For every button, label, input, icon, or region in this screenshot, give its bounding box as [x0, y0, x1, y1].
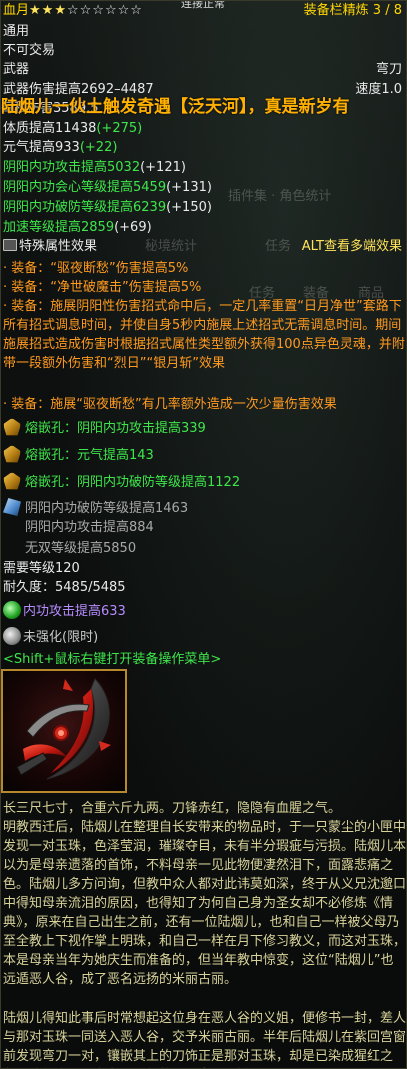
gem-socket-label: 熔嵌孔：阴阳内功攻击提高339 [25, 421, 206, 436]
green-stat-text: 阴阳内功攻击提高5032 [3, 160, 141, 175]
item-class: 通用 [3, 24, 30, 39]
star-filled-icon: ★★★ [29, 3, 67, 18]
green-stat-bonus: (+69) [114, 220, 152, 235]
enchant-row: 内功攻击提高633 [3, 601, 126, 623]
green-stat-text: 阴阳内功破防等级提高6239 [3, 200, 167, 215]
special-effect-line: · 装备：“驱夜断愁”伤害提高5% [3, 261, 189, 276]
special-effect-line: · 装备：施展“驱夜断愁”有几率额外造成一次少量伤害效果 [3, 397, 337, 412]
bg-plugin-text: 插件集 · 角色统计 [228, 189, 332, 204]
soul-stat: 阴阳内功破防等级提高1463 [25, 501, 189, 516]
green-stat-text: 阴阳内功会心等级提高5459 [3, 180, 167, 195]
soul-stat: 无双等级提高5850 [25, 541, 137, 556]
alt-multi-platform-hint[interactable]: ALT查看多端效果 [302, 237, 402, 256]
weapon-speed: 速度1.0 [355, 82, 402, 97]
star-rating: ★★★☆☆☆☆☆☆ [29, 3, 143, 18]
green-stat-bonus: (+131) [166, 180, 212, 195]
enchant-attack: 内功攻击提高633 [23, 604, 126, 619]
crescent-blade-image [1, 669, 127, 793]
green-stat-bonus: (+150) [166, 200, 212, 215]
stat-constitution-value: 体质提高11438 [3, 121, 97, 136]
required-level: 需要等级120 [3, 561, 80, 576]
special-effect-line: · 装备：施展阴阳性伤害招式命中后，一定几率重置“日月净世”套路下所有招式调息时… [3, 299, 405, 371]
green-stat-row: 阴阳内功会心等级提高5459(+131) [3, 178, 212, 197]
shift-menu-hint: <Shift+鼠标右键打开装备操作菜单> [3, 652, 222, 667]
green-stat-row: 阴阳内功攻击提高5032(+121) [3, 158, 186, 177]
lore-text-story: 明教西迁后，陆烟儿在整理自长安带来的物品时，于一只蒙尘的小匣中发现一对玉珠，色泽… [3, 820, 407, 987]
stat-constitution: 体质提高11438(+275) [3, 119, 142, 138]
stat-spirit-bonus: (+22) [79, 140, 118, 155]
green-stat-row: 加速等级提高2859(+69) [3, 218, 152, 237]
connection-status: 连接正常 [181, 0, 225, 10]
refine-level: 装备栏精炼 3 / 8 [303, 3, 402, 18]
gem-socket: 熔嵌孔：阴阳内功破防等级提高1122 [3, 472, 240, 494]
gem-socket: 熔嵌孔：元气提高143 [3, 445, 154, 467]
star-empty-icon: ☆☆☆☆☆☆ [66, 3, 143, 18]
stat-constitution-bonus: (+275) [96, 121, 143, 136]
gem-icon [3, 445, 21, 463]
grey-orb-icon [3, 627, 21, 645]
soul-stone-icon [3, 498, 21, 516]
durability: 耐久度：5485/5485 [3, 580, 126, 595]
unenhanced-row: 未强化(限时) [3, 627, 98, 649]
green-stat-row: 阴阳内功破防等级提高6239(+150) [3, 198, 212, 217]
monitor-icon [3, 239, 17, 251]
special-effect-line: · 装备：“净世破魔击”伤害提高5% [3, 280, 202, 295]
weapon-type: 弯刀 [375, 62, 402, 77]
stat-spirit: 元气提高933(+22) [3, 138, 117, 157]
unenhanced-label: 未强化(限时) [23, 630, 99, 645]
gem-icon [3, 418, 21, 436]
trade-status: 不可交易 [3, 43, 56, 58]
gem-socket-label: 熔嵌孔：阴阳内功破防等级提高1122 [25, 475, 241, 490]
item-tooltip: 插件集 · 角色统计 秘境统计 任务 任务 装备 商品 血月★★★☆☆☆☆☆☆ … [0, 0, 407, 1069]
soul-stat: 阴阳内功攻击提高884 [25, 520, 154, 535]
lore-text-continued: 陆烟儿得知此事后时常想起这位身在恶人谷的义姐，便修书一封，差人与那对玉珠一同送入… [3, 1011, 407, 1064]
gem-socket: 熔嵌孔：阴阳内功攻击提高339 [3, 418, 206, 440]
blade-art [16, 678, 111, 780]
green-orb-icon [3, 601, 21, 619]
item-name: 血月 [3, 3, 30, 18]
equip-slot: 武器 [3, 62, 30, 77]
green-stat-text: 加速等级提高2859 [3, 220, 115, 235]
special-effects-title: 特殊属性效果 [19, 239, 98, 254]
lore-text-intro: 长三尺七寸，合重六斤九两。刀锋赤红，隐隐有血腥之气。 [3, 801, 342, 816]
gem-socket-label: 熔嵌孔：元气提高143 [25, 448, 154, 463]
green-stat-bonus: (+121) [140, 160, 186, 175]
item-header: 血月★★★☆☆☆☆☆☆ [3, 1, 143, 20]
soul-stone-row: 阴阳内功破防等级提高1463 [3, 498, 188, 520]
stat-spirit-value: 元气提高933 [3, 140, 80, 155]
gem-icon [3, 472, 21, 490]
